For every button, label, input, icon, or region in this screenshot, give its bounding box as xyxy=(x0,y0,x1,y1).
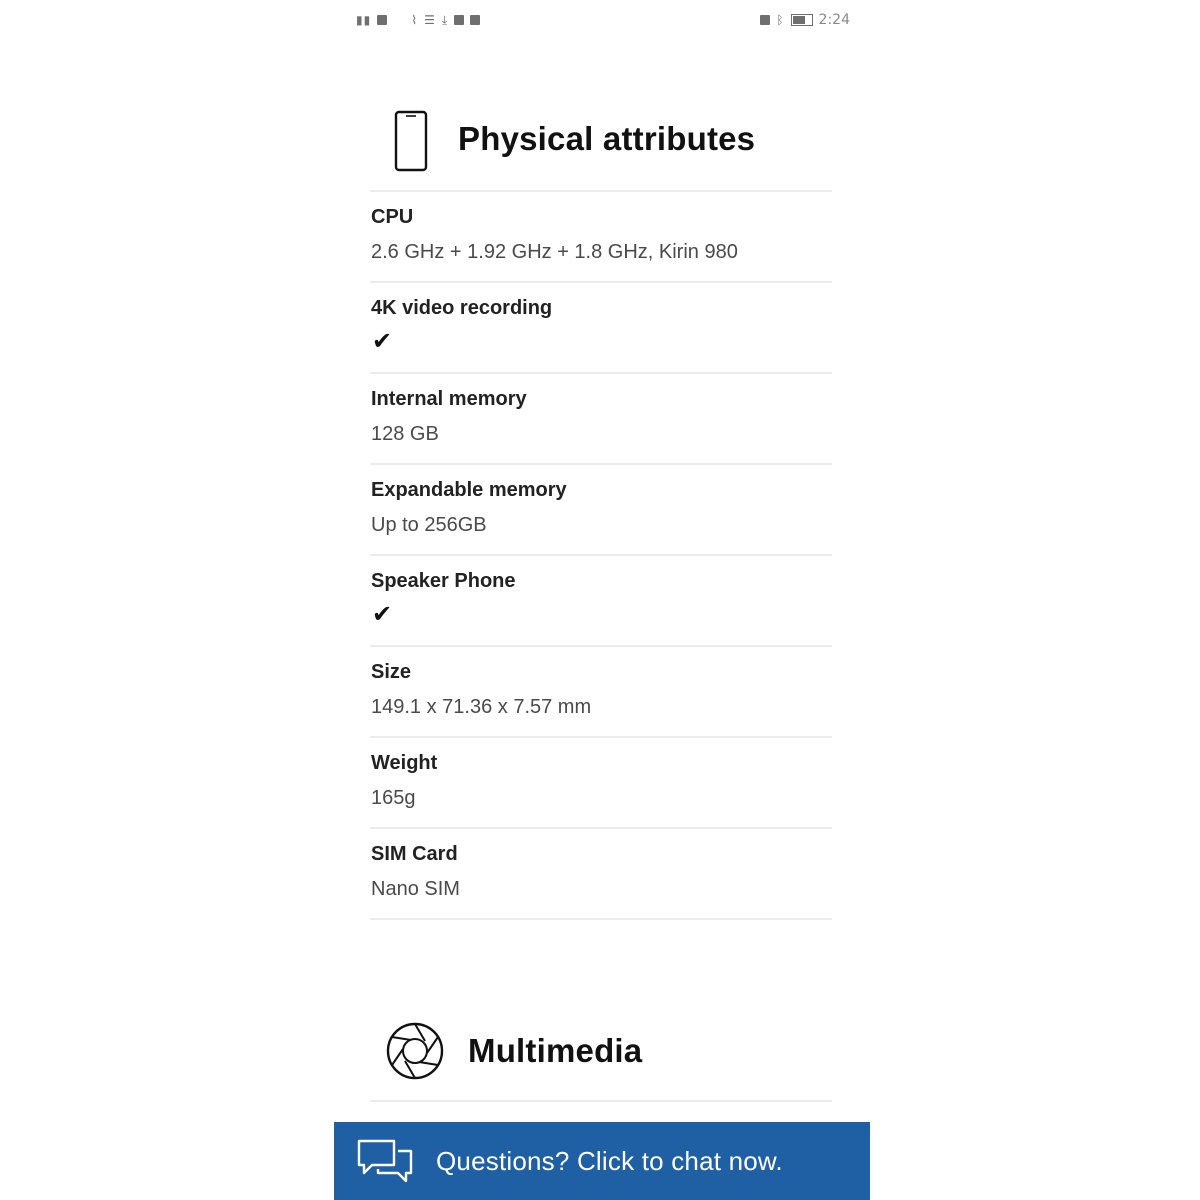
bluetooth-icon: ᛒ xyxy=(776,13,785,27)
smartphone-icon xyxy=(384,104,436,174)
checkmark-icon: ✔ xyxy=(372,327,393,355)
spec-value: 149.1 x 71.36 x 7.57 mm xyxy=(371,696,592,718)
spec-value: 2.6 GHz + 1.92 GHz + 1.8 GHz, Kirin 980 xyxy=(371,241,738,263)
image-icon xyxy=(454,15,465,25)
mail-icon xyxy=(470,15,481,25)
spec-row-weight: Weight 165g xyxy=(370,738,832,827)
checkmark-icon: ✔ xyxy=(372,600,393,628)
multimedia-header: Multimedia xyxy=(384,1020,642,1082)
spec-value: 128 GB xyxy=(371,423,439,445)
spec-label: Internal memory xyxy=(371,388,527,410)
spec-row-size: Size 149.1 x 71.36 x 7.57 mm xyxy=(370,647,832,736)
nfc-icon xyxy=(760,15,771,25)
status-time: 2:24 xyxy=(818,12,850,28)
physical-attributes-header: Physical attributes xyxy=(384,104,755,174)
spec-label: SIM Card xyxy=(371,843,458,865)
status-bar: ▮▮ ⌇ ☰ ⤓ ᛒ 2:24 xyxy=(356,8,850,32)
signal-icon: ▮▮ xyxy=(356,13,372,27)
status-right-icons: ᛒ 2:24 xyxy=(760,12,850,28)
status-left-icons: ▮▮ ⌇ ☰ ⤓ xyxy=(356,12,481,28)
spec-value: Up to 256GB xyxy=(371,514,487,536)
spec-row-4k-video: 4K video recording ✔ xyxy=(370,283,832,372)
divider xyxy=(370,918,832,920)
spec-row-sim-card: SIM Card Nano SIM xyxy=(370,829,832,918)
sim-icon xyxy=(377,15,388,25)
section-title-multimedia: Multimedia xyxy=(468,1032,643,1069)
battery-icon xyxy=(790,14,813,26)
chat-banner-text: Questions? Click to chat now. xyxy=(436,1145,783,1176)
section-title-physical: Physical attributes xyxy=(458,120,756,157)
spec-row-speaker-phone: Speaker Phone ✔ xyxy=(370,556,832,645)
wifi-icon: ⌇ xyxy=(411,13,419,27)
spec-value: 165g xyxy=(371,787,416,809)
spec-label: CPU xyxy=(371,206,414,228)
spec-label: 4K video recording xyxy=(371,297,553,319)
spec-label: Expandable memory xyxy=(371,479,567,501)
spec-row-expandable-memory: Expandable memory Up to 256GB xyxy=(370,465,832,554)
spec-label: Size xyxy=(371,661,412,683)
chat-bubbles-icon xyxy=(356,1137,414,1185)
spec-label: Speaker Phone xyxy=(371,570,516,592)
spec-label: Weight xyxy=(371,752,438,774)
settings-icon: ☰ xyxy=(424,13,436,27)
aperture-icon xyxy=(384,1020,446,1082)
download-icon: ⤓ xyxy=(441,12,449,27)
spec-row-cpu: CPU 2.6 GHz + 1.92 GHz + 1.8 GHz, Kirin … xyxy=(370,192,832,281)
divider xyxy=(370,1100,832,1102)
spec-value: Nano SIM xyxy=(371,878,460,900)
spec-row-internal-memory: Internal memory 128 GB xyxy=(370,374,832,463)
chat-now-button[interactable]: Questions? Click to chat now. xyxy=(334,1122,870,1200)
phone-screen: ▮▮ ⌇ ☰ ⤓ ᛒ 2:24 Physical attributes CPU xyxy=(334,0,870,1200)
spec-list: CPU 2.6 GHz + 1.92 GHz + 1.8 GHz, Kirin … xyxy=(370,190,832,920)
